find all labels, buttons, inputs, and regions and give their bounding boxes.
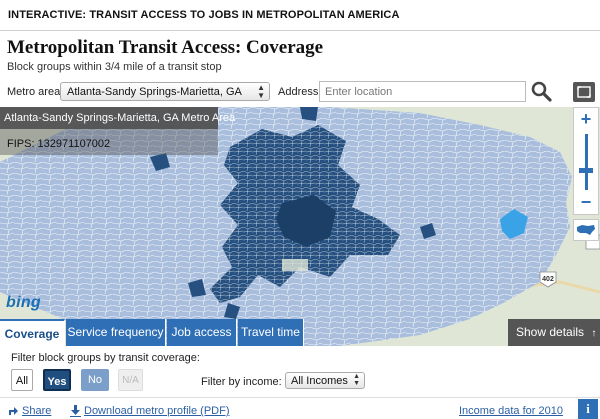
search-icon	[531, 81, 552, 102]
tab-coverage[interactable]: Coverage	[0, 319, 65, 346]
filter-yes-button[interactable]: Yes	[43, 369, 71, 391]
tab-travel-time[interactable]: Travel time	[238, 319, 304, 346]
zoom-track[interactable]	[585, 134, 588, 190]
footer-bar: Share Download metro profile (PDF) Incom…	[0, 397, 600, 419]
us-map-icon	[577, 225, 595, 235]
tab-job-access[interactable]: Job access	[167, 319, 237, 346]
zoom-control[interactable]: + −	[573, 107, 599, 215]
zoom-slider-thumb[interactable]	[579, 168, 593, 173]
fullscreen-icon	[577, 86, 591, 98]
show-details-button[interactable]: Show details ↑	[508, 319, 600, 346]
header-bar: INTERACTIVE: TRANSIT ACCESS TO JOBS IN M…	[0, 0, 600, 31]
map-info-box: Atlanta-Sandy Springs-Marietta, GA Metro…	[0, 107, 235, 155]
info-metro-name: Atlanta-Sandy Springs-Marietta, GA Metro…	[0, 107, 235, 129]
show-details-label: Show details	[516, 325, 585, 339]
fullscreen-button[interactable]	[573, 82, 595, 102]
coverage-filter-label: Filter block groups by transit coverage:	[11, 352, 200, 364]
chevron-up-icon: ↑	[591, 328, 597, 339]
map-tract-covered	[300, 107, 318, 121]
income-select-value: All Incomes	[291, 375, 348, 387]
page-title: Metropolitan Transit Access: Coverage	[7, 37, 324, 58]
income-select[interactable]: All Incomes ▲ ▼	[285, 372, 365, 389]
header-title: INTERACTIVE: TRANSIT ACCESS TO JOBS IN M…	[8, 9, 400, 21]
page-subtitle: Block groups within 3/4 mile of a transi…	[7, 61, 222, 73]
select-arrows-icon: ▲ ▼	[257, 83, 265, 100]
income-filter-label: Filter by income:	[201, 376, 282, 388]
address-input[interactable]	[319, 81, 526, 102]
filter-na-button[interactable]: N/A	[118, 369, 143, 391]
us-map-button[interactable]	[573, 219, 599, 241]
metro-area-value: Atlanta-Sandy Springs-Marietta, GA	[67, 86, 242, 98]
minus-icon[interactable]: −	[574, 193, 598, 211]
bing-logo: bing	[6, 294, 41, 311]
share-link[interactable]: Share	[22, 405, 51, 417]
plus-icon[interactable]: +	[574, 110, 598, 128]
download-icon[interactable]	[70, 405, 81, 417]
filter-all-button[interactable]: All	[11, 369, 33, 391]
filter-no-button[interactable]: No	[81, 369, 109, 391]
metro-area-select[interactable]: Atlanta-Sandy Springs-Marietta, GA ▲ ▼	[60, 82, 270, 101]
info-icon[interactable]: i	[578, 399, 598, 419]
income-data-link[interactable]: Income data for 2010	[459, 405, 563, 417]
search-button[interactable]	[530, 80, 552, 102]
share-icon[interactable]	[7, 405, 19, 417]
info-fips: FIPS: 132971107002	[7, 138, 111, 150]
select-arrows-icon: ▲ ▼	[353, 373, 360, 387]
address-label: Address	[278, 86, 319, 98]
map-city-label-bg	[282, 259, 308, 271]
tab-service-frequency[interactable]: Service frequency	[66, 319, 166, 346]
metro-area-label: Metro area	[7, 86, 61, 98]
download-profile-link[interactable]: Download metro profile (PDF)	[84, 405, 230, 417]
highway-label: 402	[542, 276, 554, 283]
